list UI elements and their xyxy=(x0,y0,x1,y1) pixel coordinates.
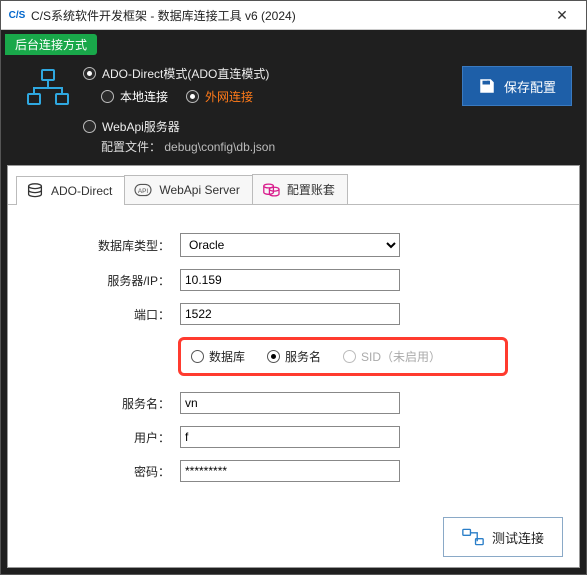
config-file-line: 配置文件： debug\config\db.json xyxy=(101,138,574,155)
tab-bar: ADO-Direct API WebApi Server 配置账套 xyxy=(8,166,579,205)
main-panel: ADO-Direct API WebApi Server 配置账套 数据库类型：… xyxy=(7,165,580,568)
port-input[interactable] xyxy=(180,303,400,325)
radio-ado-direct-label: ADO-Direct模式(ADO直连模式) xyxy=(102,65,269,82)
panel-badge: 后台连接方式 xyxy=(5,34,97,55)
password-input[interactable] xyxy=(180,460,400,482)
window-title: C/S系统软件开发框架 - 数据库连接工具 v6 (2024) xyxy=(31,7,546,24)
radio-circle-icon xyxy=(343,350,356,363)
tab-webapi-label: WebApi Server xyxy=(159,183,239,197)
radio-database-label: 数据库 xyxy=(209,348,245,365)
service-name-input[interactable] xyxy=(180,392,400,414)
radio-service-name-label: 服务名 xyxy=(285,348,321,365)
tab-ado-direct-label: ADO-Direct xyxy=(51,184,112,198)
radio-circle-icon xyxy=(267,350,280,363)
dbtype-select[interactable]: Oracle xyxy=(180,233,400,257)
radio-webapi-label: WebApi服务器 xyxy=(102,118,180,135)
radio-circle-icon xyxy=(191,350,204,363)
form-area: 数据库类型： Oracle 服务器/IP： 端口： 数据库 xyxy=(8,205,579,506)
name-mode-group: 数据库 服务名 SID（未启用） xyxy=(178,337,508,376)
close-button[interactable]: ✕ xyxy=(546,7,578,24)
titlebar: C/S C/S系统软件开发框架 - 数据库连接工具 v6 (2024) ✕ xyxy=(1,1,586,30)
radio-local-label: 本地连接 xyxy=(120,88,168,105)
save-icon xyxy=(478,77,496,95)
password-label: 密码： xyxy=(28,463,180,480)
accounts-icon xyxy=(261,182,281,198)
radio-database[interactable]: 数据库 xyxy=(191,348,245,365)
api-icon: API xyxy=(133,182,153,198)
server-label: 服务器/IP： xyxy=(28,272,180,289)
config-file-path: debug\config\db.json xyxy=(164,140,275,154)
radio-external[interactable]: 外网连接 xyxy=(186,88,253,105)
config-file-label: 配置文件： xyxy=(101,140,161,154)
connection-mode-panel: 后台连接方式 保存配置 ADO-Direct模 xyxy=(7,36,580,165)
database-icon xyxy=(25,183,45,199)
dbtype-label: 数据库类型： xyxy=(28,237,180,254)
radio-external-label: 外网连接 xyxy=(205,88,253,105)
app-icon: C/S xyxy=(9,7,25,23)
radio-dot-icon xyxy=(186,90,199,103)
svg-text:API: API xyxy=(138,188,149,195)
user-label: 用户： xyxy=(28,429,180,446)
radio-dot-icon xyxy=(83,120,96,133)
radio-dot-icon xyxy=(83,67,96,80)
test-connection-button[interactable]: 测试连接 xyxy=(443,517,563,557)
test-connection-label: 测试连接 xyxy=(492,528,544,547)
radio-dot-icon xyxy=(101,90,114,103)
user-input[interactable] xyxy=(180,426,400,448)
service-name-label: 服务名： xyxy=(28,395,180,412)
port-label: 端口： xyxy=(28,306,180,323)
tab-webapi[interactable]: API WebApi Server xyxy=(124,175,252,204)
radio-service-name[interactable]: 服务名 xyxy=(267,348,321,365)
save-config-label: 保存配置 xyxy=(504,77,556,96)
tab-ado-direct[interactable]: ADO-Direct xyxy=(16,176,125,205)
test-connection-icon xyxy=(462,528,484,546)
server-input[interactable] xyxy=(180,269,400,291)
network-icon xyxy=(13,68,83,108)
radio-local[interactable]: 本地连接 xyxy=(101,88,168,105)
radio-sid-label: SID（未启用） xyxy=(361,348,441,365)
tab-accounts-label: 配置账套 xyxy=(287,181,335,198)
save-config-button[interactable]: 保存配置 xyxy=(462,66,572,106)
tab-accounts[interactable]: 配置账套 xyxy=(252,174,348,204)
radio-webapi[interactable]: WebApi服务器 xyxy=(83,118,574,135)
radio-sid: SID（未启用） xyxy=(343,348,441,365)
